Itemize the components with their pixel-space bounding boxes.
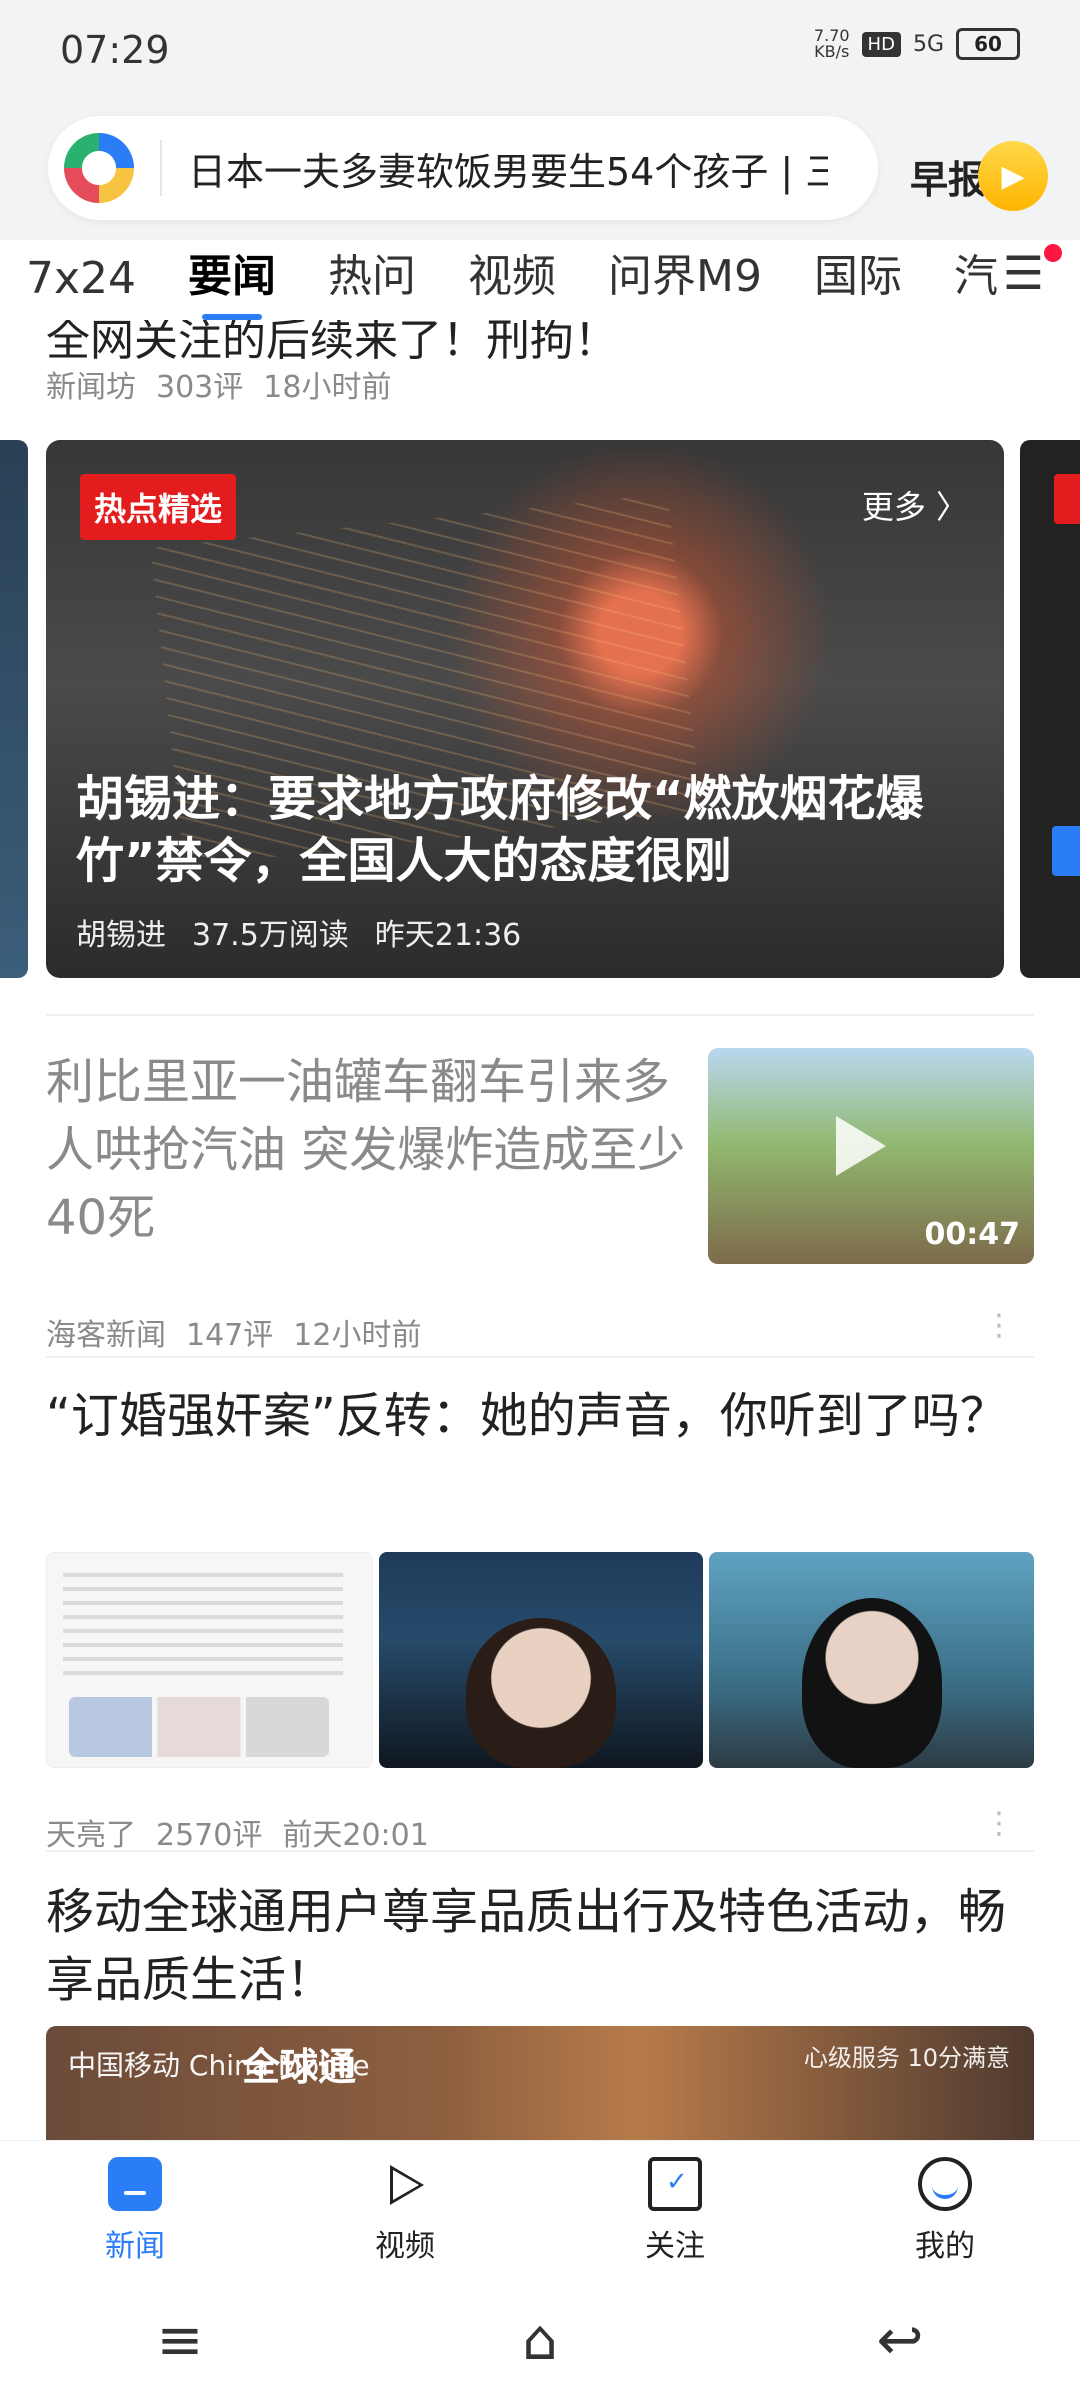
woman-illustration bbox=[801, 1598, 942, 1768]
article-item[interactable]: “订婚强奸案”反转：她的声音，你听到了吗？ 天亮了 2570评 前天20:01 … bbox=[46, 1382, 1035, 1862]
source: 天亮了 bbox=[46, 1818, 136, 1853]
play-icon bbox=[836, 1116, 886, 1176]
hd-icon: HD bbox=[861, 31, 901, 57]
status-icons: 7.70 KB/s HD 5G 60 bbox=[814, 28, 1020, 60]
back-button[interactable]: ↩ bbox=[840, 2300, 960, 2380]
time: 前天20:01 bbox=[282, 1818, 429, 1853]
news-feed[interactable]: 全网关注的后续来了！刑拘！ 新闻坊 303评 18小时前 热点精选 更多 〉 胡… bbox=[0, 320, 1080, 2140]
comments: 303评 bbox=[156, 370, 244, 405]
screenshot-text-lines bbox=[63, 1573, 343, 1683]
hot-pick-more-link[interactable]: 更多 〉 bbox=[862, 482, 968, 528]
news-icon bbox=[108, 2156, 162, 2211]
comments: 147评 bbox=[186, 1318, 274, 1353]
divider bbox=[46, 1014, 1034, 1016]
time: 18小时前 bbox=[263, 370, 392, 405]
hot-pick-author: 胡锡进 bbox=[76, 918, 166, 953]
article-image-woman[interactable] bbox=[709, 1552, 1035, 1768]
hot-pick-time: 昨天21:36 bbox=[374, 918, 522, 953]
article-title-cut[interactable]: 全网关注的后续来了！刑拘！ bbox=[46, 320, 618, 368]
network-speed: 7.70 KB/s bbox=[814, 28, 850, 60]
system-navigation: ≡ ⌂ ↩ bbox=[0, 2280, 1080, 2400]
status-time: 07:29 bbox=[60, 28, 170, 72]
tab-video[interactable]: 视频 bbox=[442, 240, 582, 320]
face-illustration bbox=[466, 1618, 616, 1768]
article-image-row[interactable] bbox=[46, 1552, 1035, 1768]
hot-pick-carousel[interactable]: 热点精选 更多 〉 胡锡进：要求地方政府修改“燃放烟花爆竹”禁令，全国人大的态度… bbox=[0, 440, 1080, 980]
carousel-prev-card[interactable] bbox=[0, 440, 28, 978]
nav-video-label: 视频 bbox=[375, 2228, 435, 2264]
video-icon bbox=[378, 2157, 432, 2211]
tab-hot-questions[interactable]: 热问 bbox=[302, 240, 442, 320]
divider bbox=[46, 1850, 1034, 1852]
nav-news-label: 新闻 bbox=[105, 2228, 165, 2264]
article-meta: 天亮了 2570评 前天20:01 bbox=[46, 1810, 429, 1854]
channel-tabs: 7x24 要闻 热问 视频 问界M9 国际 汽 ☰ bbox=[0, 240, 1080, 320]
bottom-navigation: 新闻 视频 关注 我的 bbox=[0, 2140, 1080, 2280]
next-card-question-badge bbox=[1052, 826, 1080, 876]
video-duration: 00:47 bbox=[924, 1217, 1021, 1252]
hot-pick-meta: 胡锡进 37.5万阅读 昨天21:36 bbox=[76, 910, 521, 954]
source: 海客新闻 bbox=[46, 1318, 166, 1353]
nav-follow[interactable]: 关注 bbox=[575, 2156, 775, 2265]
net-speed-unit: KB/s bbox=[814, 42, 850, 61]
source: 新闻坊 bbox=[46, 370, 136, 405]
morning-brief-label: 早报 bbox=[910, 157, 987, 202]
nav-me-label: 我的 bbox=[915, 2228, 975, 2264]
ad-slogan: 心级服务 10分满意 bbox=[803, 2044, 1010, 2072]
signal-5g-icon: 5G bbox=[912, 31, 944, 57]
profile-icon bbox=[918, 2156, 972, 2211]
divider bbox=[46, 1356, 1034, 1358]
article-image-face[interactable] bbox=[378, 1552, 704, 1768]
nav-news[interactable]: 新闻 bbox=[35, 2156, 235, 2265]
menu-icon[interactable]: ☰ bbox=[1003, 246, 1044, 300]
more-options-icon[interactable]: ⋮ bbox=[984, 1308, 1014, 1343]
morning-brief-button[interactable]: 早报 ▶ bbox=[910, 136, 1070, 216]
article-title[interactable]: 利比里亚一油罐车翻车引来多人哄抢汽油 突发爆炸造成至少40死 bbox=[46, 1048, 686, 1252]
ad-item[interactable]: 移动全球通用户尊享品质出行及特色活动，畅享品质生活！ 中国移动 China Mo… bbox=[46, 1878, 1034, 2140]
article-image-weibo-screenshot[interactable] bbox=[46, 1552, 373, 1768]
search-area: 日本一夫多妻软饭男要生54个孩子 | 三 早报 ▶ bbox=[0, 110, 1080, 240]
app-logo-icon[interactable] bbox=[64, 133, 134, 203]
article-item[interactable]: 利比里亚一油罐车翻车引来多人哄抢汽油 突发爆炸造成至少40死 00:47 海客新… bbox=[46, 1048, 1034, 1368]
nav-video[interactable]: 视频 bbox=[305, 2157, 505, 2265]
article-video-thumbnail[interactable]: 00:47 bbox=[708, 1048, 1034, 1264]
article-title[interactable]: “订婚强奸案”反转：她的声音，你听到了吗？ bbox=[46, 1382, 1034, 1450]
article-meta: 海客新闻 147评 12小时前 bbox=[46, 1310, 421, 1354]
notification-dot bbox=[1044, 244, 1062, 262]
battery-level: 60 bbox=[974, 32, 1002, 56]
more-options-icon[interactable]: ⋮ bbox=[984, 1806, 1014, 1841]
next-card-badge bbox=[1054, 474, 1080, 524]
hot-pick-card[interactable]: 热点精选 更多 〉 胡锡进：要求地方政府修改“燃放烟花爆竹”禁令，全国人大的态度… bbox=[46, 440, 1004, 978]
comments: 2570评 bbox=[156, 1818, 263, 1853]
article-meta: 新闻坊 303评 18小时前 bbox=[46, 362, 391, 406]
recents-button[interactable]: ≡ bbox=[120, 2300, 240, 2380]
follow-icon bbox=[648, 2156, 702, 2211]
hot-pick-title[interactable]: 胡锡进：要求地方政府修改“燃放烟花爆竹”禁令，全国人大的态度很刚 bbox=[76, 768, 976, 892]
time: 12小时前 bbox=[293, 1318, 422, 1353]
tab-top-news[interactable]: 要闻 bbox=[162, 240, 302, 320]
ad-title[interactable]: 移动全球通用户尊享品质出行及特色活动，畅享品质生活！ bbox=[46, 1878, 1034, 2014]
tab-international[interactable]: 国际 bbox=[788, 240, 928, 320]
play-icon: ▶ bbox=[978, 141, 1049, 211]
tab-wenjie-m9[interactable]: 问界M9 bbox=[582, 240, 788, 320]
nav-follow-label: 关注 bbox=[645, 2228, 705, 2264]
hot-pick-reads: 37.5万阅读 bbox=[192, 918, 349, 953]
screenshot-thumbs bbox=[69, 1697, 329, 1757]
tab-7x24[interactable]: 7x24 bbox=[0, 253, 162, 320]
status-bar: 07:29 7.70 KB/s HD 5G 60 bbox=[0, 0, 1080, 110]
search-query[interactable]: 日本一夫多妻软饭男要生54个孩子 | 三 bbox=[188, 141, 828, 196]
nav-me[interactable]: 我的 bbox=[845, 2156, 1045, 2265]
home-button[interactable]: ⌂ bbox=[480, 2300, 600, 2380]
hot-pick-badge: 热点精选 bbox=[80, 474, 237, 540]
battery-icon: 60 bbox=[956, 28, 1020, 60]
ad-product: 全球通 bbox=[242, 2045, 357, 2089]
search-divider bbox=[160, 140, 162, 196]
search-bar[interactable]: 日本一夫多妻软饭男要生54个孩子 | 三 bbox=[48, 116, 878, 220]
ad-banner[interactable]: 中国移动 China Mobile 全球通 心级服务 10分满意 bbox=[46, 2026, 1034, 2140]
